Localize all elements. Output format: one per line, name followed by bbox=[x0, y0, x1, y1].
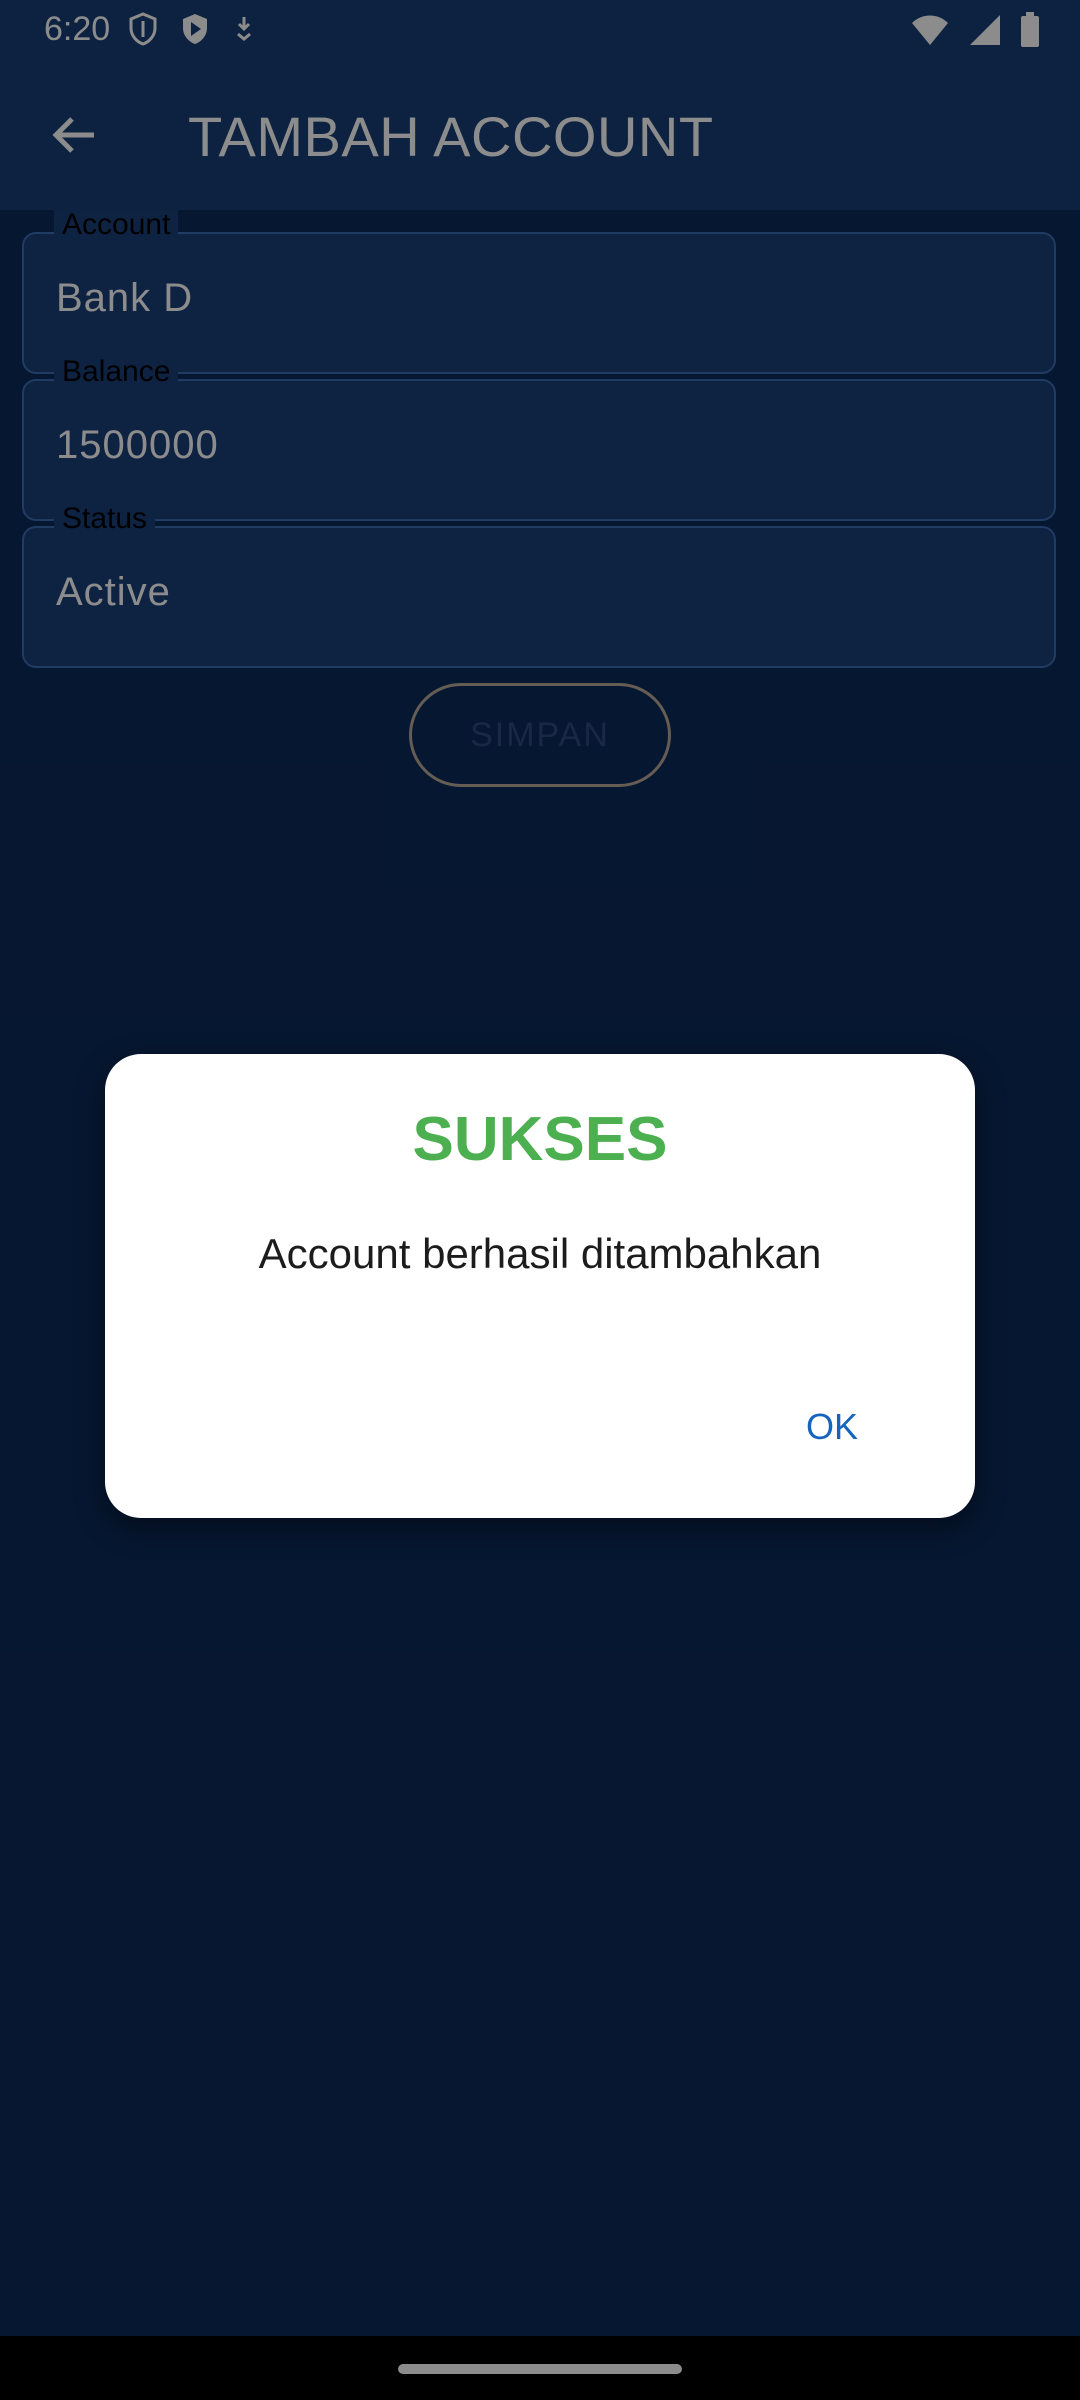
dialog-title: SUKSES bbox=[412, 1105, 668, 1174]
success-dialog: SUKSES Account berhasil ditambahkan OK bbox=[105, 1054, 975, 1518]
dialog-message: Account berhasil ditambahkan bbox=[258, 1230, 822, 1277]
ok-button[interactable]: OK bbox=[777, 1384, 887, 1470]
